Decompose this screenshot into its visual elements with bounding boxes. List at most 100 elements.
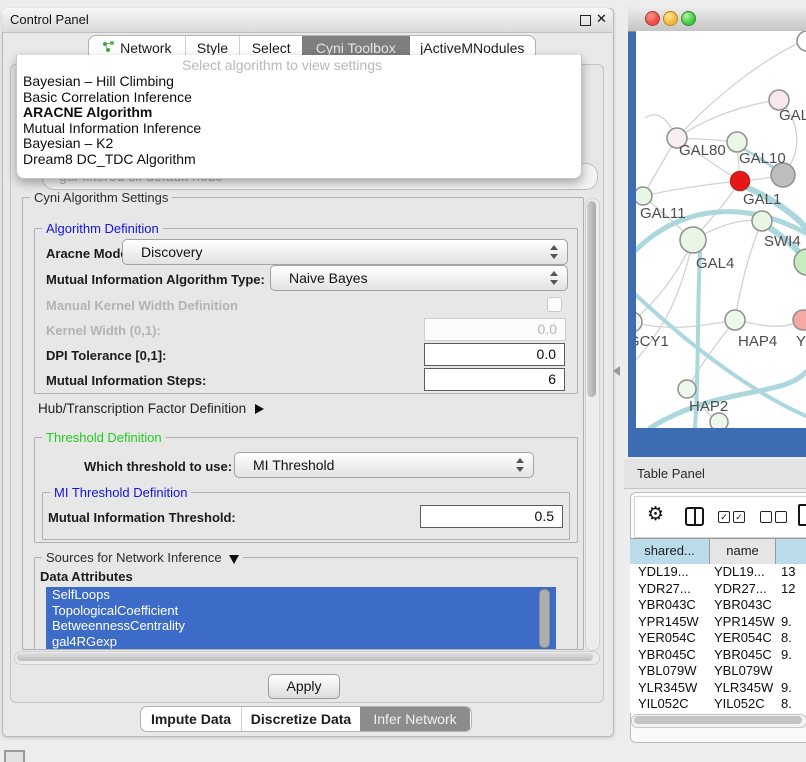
aracne-mode-combo[interactable]: Discovery [122, 239, 568, 265]
which-threshold-value: MI Threshold [253, 453, 334, 477]
column-header-partial[interactable] [776, 539, 806, 565]
node-label: HAP2 [689, 398, 728, 415]
node-label: GAL80 [679, 142, 726, 159]
aracne-mode-label: Aracne Mode: [46, 246, 132, 261]
control-panel-titlebar[interactable] [2, 8, 612, 33]
attribute-item[interactable]: TopologicalCoefficient [46, 603, 556, 619]
node-label: GCY1 [636, 333, 669, 350]
node-label: GAL10 [739, 150, 786, 167]
mi-algorithm-type-combo[interactable]: Naive Bayes [270, 265, 568, 291]
attribute-item[interactable]: gal4RGexp [46, 634, 556, 650]
float-panel-icon[interactable] [580, 15, 591, 26]
tab-infer-network[interactable]: Infer Network [360, 707, 470, 731]
combo-arrows-icon [516, 458, 524, 472]
table-panel-title: Table Panel [637, 466, 705, 481]
manual-kernel-width-checkbox[interactable] [547, 297, 562, 312]
algorithm-option-selected[interactable]: ARACNE Algorithm [18, 105, 574, 121]
network-node-hap4[interactable] [725, 310, 745, 330]
algorithm-dropdown-list: Bayesian – Hill Climbing Basic Correlati… [18, 74, 574, 167]
select-all-checkbox-icon[interactable]: ✓ [733, 511, 745, 523]
cyni-algorithm-settings-title: Cyni Algorithm Settings [30, 190, 172, 205]
minimize-window-icon[interactable] [663, 11, 678, 26]
network-node[interactable] [797, 31, 806, 51]
network-node-gal11[interactable] [636, 187, 652, 205]
close-window-icon[interactable] [645, 11, 660, 26]
gear-icon[interactable]: ⚙ [647, 503, 664, 526]
column-header-shared-name[interactable]: shared... [630, 539, 710, 565]
mi-threshold-definition-title: MI Threshold Definition [50, 485, 191, 500]
mi-threshold-field[interactable]: 0.5 [420, 505, 563, 528]
select-all-checkbox-icon[interactable]: ✓ [718, 511, 730, 523]
hub-definition-section[interactable]: Hub/Transcription Factor Definition [38, 401, 264, 416]
network-node-hap2[interactable] [678, 380, 696, 398]
which-threshold-combo[interactable]: MI Threshold [234, 452, 534, 478]
expand-right-icon[interactable] [255, 404, 264, 414]
table-horizontal-scrollbar[interactable] [631, 714, 806, 728]
split-columns-icon[interactable] [685, 507, 704, 526]
mi-steps-label: Mutual Information Steps: [46, 373, 206, 388]
network-node-gal1[interactable] [731, 172, 750, 191]
apply-button[interactable]: Apply [268, 674, 340, 699]
network-node-swi4[interactable] [752, 211, 772, 231]
network-node[interactable] [710, 413, 728, 428]
table-row[interactable]: YBR043CYBR043C [630, 597, 806, 614]
table-body[interactable]: YDL19...YDL19...13 YDR27...YDR27...12 YB… [630, 564, 806, 713]
algorithm-option[interactable]: Dream8 DC_TDC Algorithm [18, 152, 574, 168]
node-label: HAP4 [738, 333, 777, 350]
kernel-width-label: Kernel Width (0,1): [46, 323, 161, 338]
new-table-icon[interactable] [798, 504, 806, 526]
table-row[interactable]: YDL19...YDL19...13 [630, 564, 806, 581]
network-node-gal10[interactable] [727, 132, 747, 152]
panel-splitter-handle[interactable] [613, 366, 620, 376]
dpi-tolerance-field[interactable]: 0.0 [424, 343, 565, 366]
panel-grip-icon[interactable] [4, 750, 25, 762]
table-row[interactable]: YBR045CYBR045C9. [630, 647, 806, 664]
tab-impute-data[interactable]: Impute Data [141, 707, 241, 731]
deselect-all-checkbox-icon[interactable] [760, 511, 772, 523]
table-row[interactable]: YBL079WYBL079W [630, 663, 806, 680]
scrollbar-thumb[interactable] [587, 201, 596, 397]
table-panel-titlebar[interactable]: Table Panel [624, 459, 806, 489]
algorithm-option[interactable]: Bayesian – Hill Climbing [18, 74, 574, 90]
collapse-down-icon[interactable] [229, 555, 239, 564]
scrollbar-thumb[interactable] [634, 716, 802, 724]
dpi-tolerance-label: DPI Tolerance [0,1]: [46, 348, 166, 363]
network-node-salmon[interactable] [793, 310, 806, 330]
table-row[interactable]: YER054CYER054C8. [630, 630, 806, 647]
close-panel-icon[interactable]: ✕ [596, 11, 607, 27]
network-node-gcy1[interactable] [636, 312, 642, 332]
combo-arrows-icon [550, 245, 558, 259]
attributes-scrollbar[interactable] [539, 589, 550, 648]
data-attributes-list[interactable]: SelfLoops TopologicalCoefficient Between… [46, 587, 556, 649]
attribute-item[interactable]: SelfLoops [46, 587, 556, 603]
table-row[interactable]: YDR27...YDR27...12 [630, 581, 806, 598]
node-label: GAL1 [743, 191, 781, 208]
column-header-name[interactable]: name [710, 539, 776, 565]
node-label: Y [796, 333, 806, 350]
deselect-all-checkbox-icon[interactable] [775, 511, 787, 523]
control-panel-title: Control Panel [10, 12, 89, 27]
network-canvas[interactable]: GAL GAL80 GAL10 GAL1 GAL11 SWI4 GAL4 GCY… [636, 31, 806, 428]
kernel-width-field[interactable]: 0.0 [424, 318, 566, 341]
which-threshold-label: Which threshold to use: [84, 459, 232, 474]
table-row[interactable]: YIL052CYIL052C8. [630, 696, 806, 713]
algorithm-option[interactable]: Basic Correlation Inference [18, 90, 574, 106]
zoom-window-icon[interactable] [681, 11, 696, 26]
node-label: GAL11 [640, 205, 686, 222]
tab-discretize-data[interactable]: Discretize Data [241, 707, 360, 731]
network-node-gal4[interactable] [680, 227, 706, 253]
scrollbar-thumb[interactable] [17, 653, 593, 661]
algorithm-dropdown-placeholder: Select algorithm to view settings [0, 57, 564, 73]
settings-horizontal-scrollbar[interactable] [14, 651, 600, 665]
mi-steps-field[interactable]: 6 [424, 368, 565, 391]
algorithm-option[interactable]: Mutual Information Inference [18, 121, 574, 137]
table-header-row: shared... name [630, 538, 806, 566]
settings-vertical-scrollbar[interactable] [585, 198, 600, 651]
threshold-definition-title: Threshold Definition [42, 430, 166, 445]
mi-algorithm-type-label: Mutual Information Algorithm Type: [46, 272, 265, 287]
table-row[interactable]: YLR345WYLR345W9. [630, 680, 806, 697]
attribute-item[interactable]: BetweennessCentrality [46, 618, 556, 634]
algorithm-option[interactable]: Bayesian – K2 [18, 136, 574, 152]
sources-title: Sources for Network Inference [42, 550, 243, 565]
table-row[interactable]: YPR145WYPR145W9. [630, 614, 806, 631]
